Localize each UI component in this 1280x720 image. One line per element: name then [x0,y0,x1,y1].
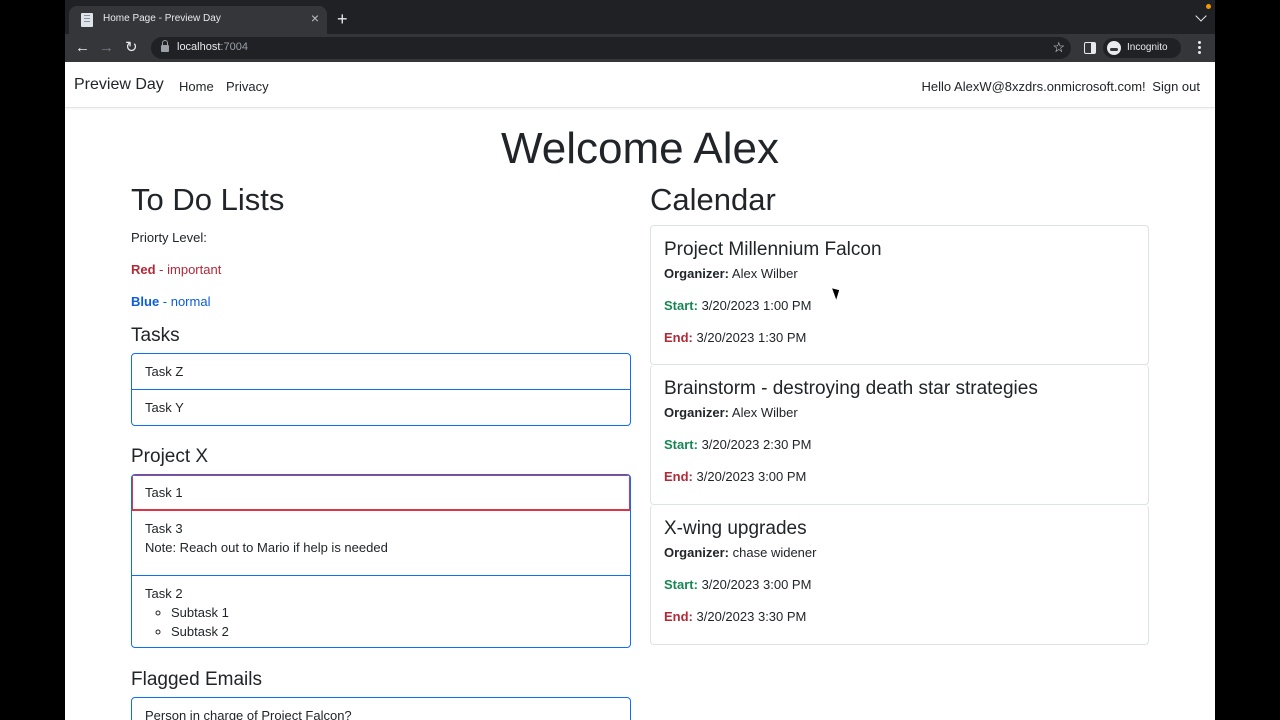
subtask-item: Subtask 2 [171,622,617,641]
event-title: Project Millennium Falcon [664,239,882,260]
flagged-heading: Flagged Emails [131,669,262,690]
bookmark-star-icon[interactable]: ☆ [1052,39,1065,56]
page-icon [81,13,93,27]
task-note: Note: Reach out to Mario if help is need… [145,540,388,555]
task-title: Task 3 [145,521,183,536]
red-desc: - important [155,262,222,277]
event-organizer: Organizer: Alex Wilber [664,405,1135,421]
start-label: Start: [664,437,698,452]
tab-strip: Home Page - Preview Day × + [65,0,1215,34]
forward-icon[interactable]: → [99,38,114,58]
list-item[interactable]: Task Z [132,354,630,389]
browser-toolbar: ← → ↻ localhost:7004 ☆ Incognito [65,34,1215,62]
reload-icon[interactable]: ↻ [125,38,138,58]
organizer-label: Organizer: [664,545,730,560]
back-icon[interactable]: ← [75,38,90,58]
end-value: 3/20/2023 1:30 PM [696,330,807,345]
navbar: Preview Day Home Privacy Hello AlexW@8xz… [65,62,1215,108]
list-item[interactable]: Task 2 Subtask 1 Subtask 2 [132,575,630,647]
event-end: End: 3/20/2023 3:00 PM [664,469,1135,485]
calendar-heading: Calendar [650,182,776,217]
tab-title: Home Page - Preview Day [103,13,221,24]
organizer-value: Alex Wilber [731,405,798,420]
event-card[interactable]: Brainstorm - destroying death star strat… [650,365,1149,505]
blue-label: Blue [131,294,160,309]
blue-desc: - normal [159,294,211,309]
url-text: localhost:7004 [177,41,248,53]
event-title: X-wing upgrades [664,518,807,539]
organizer-value: chase widener [732,545,817,560]
organizer-value: Alex Wilber [731,266,798,281]
browser-tab[interactable]: Home Page - Preview Day × [69,6,327,34]
incognito-icon [1107,41,1121,55]
project-heading: Project X [131,446,209,467]
todo-section: To Do Lists Priorty Level: Red - importa… [131,180,631,720]
event-organizer: Organizer: Alex Wilber [664,266,1135,282]
subtask-list: Subtask 1 Subtask 2 [145,603,617,641]
end-value: 3/20/2023 3:30 PM [696,609,807,624]
priority-blue: Blue - normal [131,294,631,310]
incognito-indicator[interactable]: Incognito [1103,38,1181,58]
nav-link-home[interactable]: Home [179,79,214,94]
incognito-label: Incognito [1127,42,1168,53]
end-label: End: [664,609,693,624]
end-label: End: [664,330,693,345]
end-label: End: [664,469,693,484]
end-value: 3/20/2023 3:00 PM [696,469,807,484]
priority-label: Priorty Level: [131,230,207,245]
event-start: Start: 3/20/2023 3:00 PM [664,577,1135,593]
sign-out-link[interactable]: Sign out [1152,79,1200,94]
page-content: Preview Day Home Privacy Hello AlexW@8xz… [65,62,1215,720]
event-end: End: 3/20/2023 1:30 PM [664,330,1135,346]
list-item[interactable]: Task 3 Note: Reach out to Mario if help … [132,510,630,575]
tasks-heading: Tasks [131,325,180,346]
address-bar[interactable]: localhost:7004 ☆ [151,37,1071,59]
lock-icon[interactable] [161,40,169,52]
start-value: 3/20/2023 2:30 PM [701,437,812,452]
event-title: Brainstorm - destroying death star strat… [664,378,1038,399]
notification-dot [1206,4,1211,9]
new-tab-icon[interactable]: + [337,10,348,28]
nav-link-privacy[interactable]: Privacy [226,79,269,94]
start-value: 3/20/2023 3:00 PM [701,577,812,592]
list-item[interactable]: Task Y [132,389,630,425]
user-greeting: Hello AlexW@8xzdrs.onmicrosoft.com! [921,79,1146,94]
organizer-label: Organizer: [664,405,730,420]
flagged-list: Person in charge of Project Falcon? [131,697,631,720]
page-title: Welcome Alex [501,124,779,173]
event-start: Start: 3/20/2023 1:00 PM [664,298,1135,314]
event-organizer: Organizer: chase widener [664,545,1135,561]
list-item[interactable]: Task 1 [132,475,630,510]
user-area: Hello AlexW@8xzdrs.onmicrosoft.com! Sign… [922,79,1200,94]
todo-heading: To Do Lists [131,182,285,217]
start-label: Start: [664,298,698,313]
calendar-section: Calendar Project Millennium Falcon Organ… [650,180,1149,645]
subtask-item: Subtask 1 [171,603,617,622]
project-list: Task 1 Task 3 Note: Reach out to Mario i… [131,474,631,648]
list-item[interactable]: Person in charge of Project Falcon? [132,698,630,720]
event-card[interactable]: X-wing upgrades Organizer: chase widener… [650,505,1149,645]
event-card[interactable]: Project Millennium Falcon Organizer: Ale… [650,225,1149,365]
event-start: Start: 3/20/2023 2:30 PM [664,437,1135,453]
tasks-list: Task Z Task Y [131,353,631,426]
task-title: Task 2 [145,586,183,601]
event-list: Project Millennium Falcon Organizer: Ale… [650,225,1149,645]
red-label: Red [131,262,156,277]
organizer-label: Organizer: [664,266,730,281]
side-panel-icon[interactable] [1084,42,1096,54]
chevron-down-icon[interactable] [1195,10,1207,22]
brand-link[interactable]: Preview Day [74,76,164,94]
priority-red: Red - important [131,262,631,278]
start-value: 3/20/2023 1:00 PM [701,298,812,313]
close-icon[interactable]: × [311,11,319,25]
more-menu-icon[interactable] [1198,41,1201,44]
event-end: End: 3/20/2023 3:30 PM [664,609,1135,625]
start-label: Start: [664,577,698,592]
